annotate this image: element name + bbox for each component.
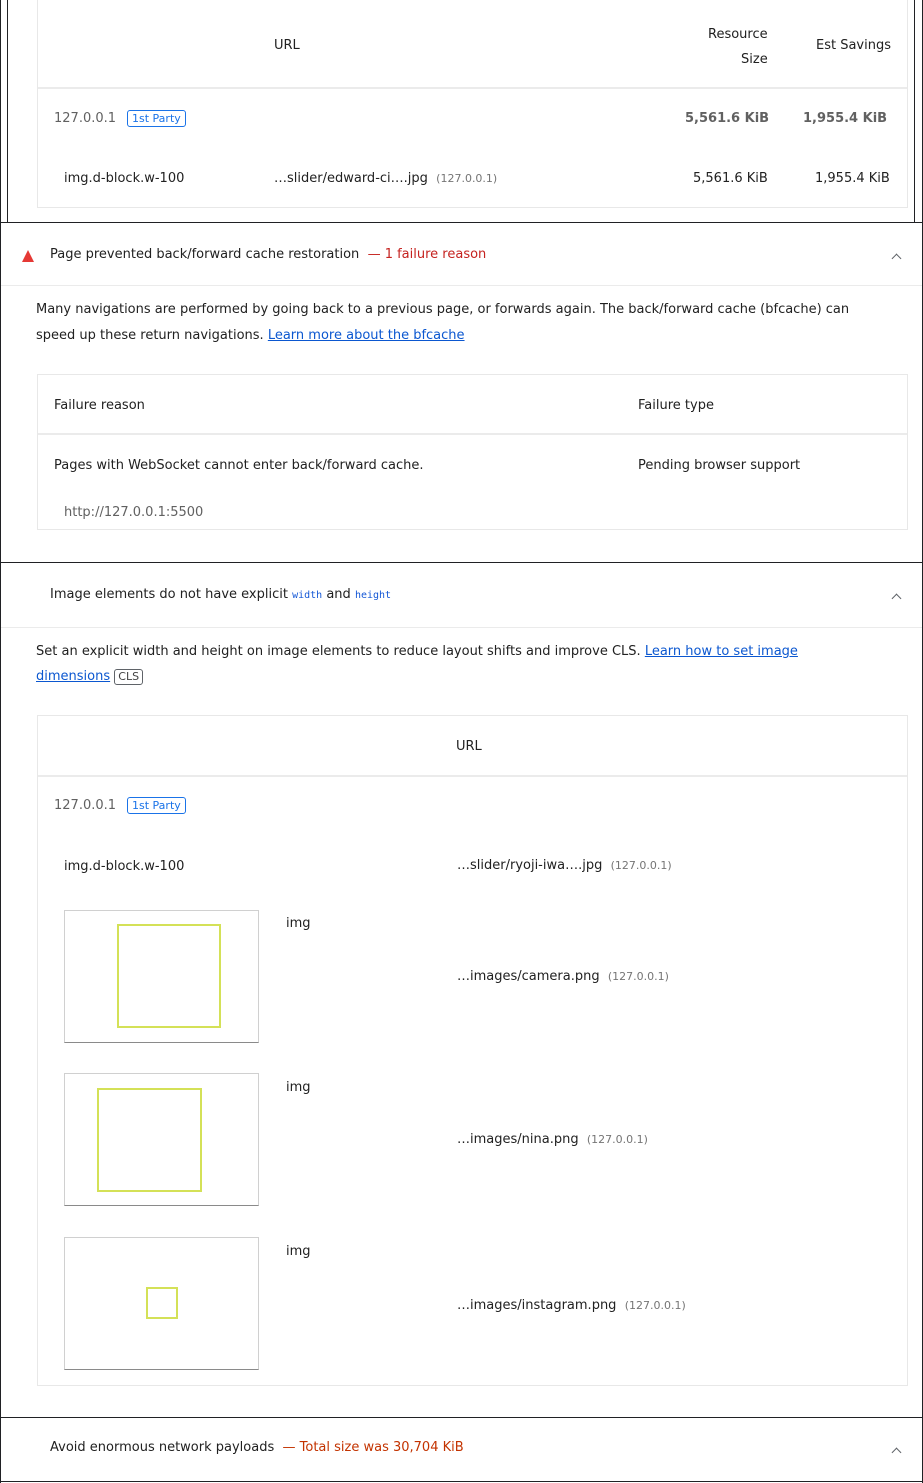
unsized-row-host: (127.0.0.1) xyxy=(586,1133,648,1146)
network-payloads-title-row: Avoid enormous network payloads — Total … xyxy=(50,1440,464,1455)
unsized-title-prefix: Image elements do not have explicit xyxy=(50,587,288,602)
bfcache-learn-more-link[interactable]: Learn more about the bfcache xyxy=(268,328,465,343)
unsized-row-url-link[interactable]: …images/camera.png (127.0.0.1) xyxy=(457,969,669,984)
element-outline xyxy=(97,1088,202,1192)
bfcache-display-value: — 1 failure reason xyxy=(367,247,487,262)
row-host: (127.0.0.1) xyxy=(436,172,498,185)
inner-left-border xyxy=(7,0,8,222)
bfcache-row-url: http://127.0.0.1:5500 xyxy=(64,505,204,520)
bfcache-row-type: Pending browser support xyxy=(638,458,801,473)
group-host: 127.0.0.1 xyxy=(54,111,117,126)
header-resource-size-2: Size xyxy=(741,52,768,67)
unsized-row-url: …slider/ryoji-iwa….jpg xyxy=(457,858,603,873)
unsized-row-host: (127.0.0.1) xyxy=(610,859,672,872)
unsized-table-divider xyxy=(38,775,907,777)
unsized-row-node: img.d-block.w-100 xyxy=(64,859,185,874)
unsized-party-badge-label: 1st Party xyxy=(127,797,186,814)
header-est-savings: Est Savings xyxy=(816,38,892,53)
party-badge-label: 1st Party xyxy=(127,110,186,127)
element-outline xyxy=(146,1287,178,1319)
network-payloads-display-value: — Total size was 30,704 KiB xyxy=(282,1440,464,1455)
row-url-link[interactable]: …slider/edward-ci….jpg (127.0.0.1) xyxy=(274,171,497,186)
element-outline xyxy=(117,924,221,1028)
bottom-border xyxy=(0,1481,923,1482)
unsized-description-row: Set an explicit width and height on imag… xyxy=(36,644,798,659)
group-est-savings: 1,955.4 KiB xyxy=(803,111,888,126)
unsized-party-badge: 1st Party xyxy=(127,797,186,814)
unsized-row-node: img xyxy=(286,916,311,931)
bfcache-table-divider xyxy=(38,433,907,435)
bfcache-title-row: Page prevented back/forward cache restor… xyxy=(50,247,486,262)
bfcache-description-2-row: speed up these return navigations. Learn… xyxy=(36,328,465,343)
code-width: width xyxy=(292,590,323,601)
unsized-description-row-2: dimensions CLS xyxy=(36,669,144,685)
bfcache-header-reason: Failure reason xyxy=(54,398,145,413)
unsized-row-url: …images/instagram.png xyxy=(457,1298,617,1313)
header-resource-size-1: Resource xyxy=(708,27,768,42)
unsized-learn-more-link-2[interactable]: dimensions xyxy=(36,669,110,684)
header-url: URL xyxy=(274,38,300,53)
bfcache-header-divider xyxy=(1,285,922,286)
unsized-row-url-link[interactable]: …images/instagram.png (127.0.0.1) xyxy=(457,1298,686,1313)
network-payloads-title: Avoid enormous network payloads xyxy=(50,1440,275,1455)
fail-triangle-icon xyxy=(22,250,34,262)
header-divider xyxy=(38,87,907,89)
bfcache-header-type: Failure type xyxy=(638,398,714,413)
unsized-title-and: and xyxy=(326,587,351,602)
unsized-description: Set an explicit width and height on imag… xyxy=(36,644,641,659)
row-node: img.d-block.w-100 xyxy=(64,171,185,186)
unsized-header-url: URL xyxy=(456,739,482,754)
party-badge: 1st Party xyxy=(127,110,186,127)
inner-right-border xyxy=(914,0,915,222)
cls-badge: CLS xyxy=(114,669,144,685)
unsized-row-url-link[interactable]: …slider/ryoji-iwa….jpg (127.0.0.1) xyxy=(457,858,672,873)
bfcache-description-2: speed up these return navigations. xyxy=(36,328,264,343)
unsized-images-title: Image elements do not have explicit widt… xyxy=(50,587,391,602)
bfcache-description-1: Many navigations are performed by going … xyxy=(36,302,850,317)
unsized-row-url: …images/nina.png xyxy=(457,1132,579,1147)
unsized-row-host: (127.0.0.1) xyxy=(607,970,669,983)
unsized-learn-more-link-1[interactable]: Learn how to set image xyxy=(645,644,798,659)
unsized-row-host: (127.0.0.1) xyxy=(624,1299,686,1312)
unsized-group-host: 127.0.0.1 xyxy=(54,798,117,813)
row-url: …slider/edward-ci….jpg xyxy=(274,171,428,186)
unsized-row-node: img xyxy=(286,1080,311,1095)
unsized-row-node: img xyxy=(286,1244,311,1259)
code-height: height xyxy=(354,590,392,601)
row-est-savings: 1,955.4 KiB xyxy=(815,171,890,186)
unsized-row-url: …images/camera.png xyxy=(457,969,600,984)
bfcache-title: Page prevented back/forward cache restor… xyxy=(50,247,360,262)
unsized-row-url-link[interactable]: …images/nina.png (127.0.0.1) xyxy=(457,1132,648,1147)
unsized-header-divider xyxy=(1,627,922,628)
group-resource-size: 5,561.6 KiB xyxy=(685,111,770,126)
row-resource-size: 5,561.6 KiB xyxy=(693,171,768,186)
bfcache-row-reason: Pages with WebSocket cannot enter back/f… xyxy=(54,458,424,473)
